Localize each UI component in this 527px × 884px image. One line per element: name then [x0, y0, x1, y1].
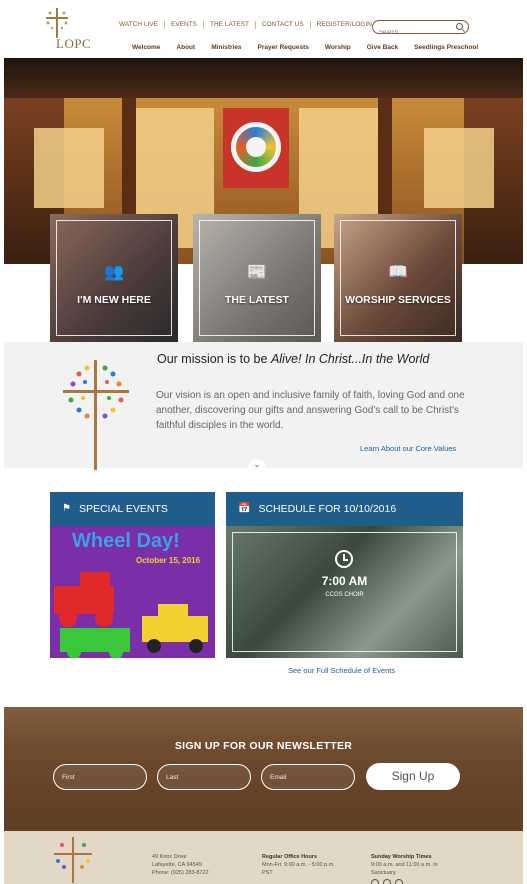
stained-glass-window: [223, 108, 289, 188]
office-hours-line: Mon-Fri: 9:00 a.m. - 5:00 p.m.: [262, 862, 335, 868]
last-name-input[interactable]: [158, 765, 250, 789]
nav-contact-us[interactable]: CONTACT US: [256, 21, 311, 29]
social-links: [371, 879, 403, 884]
schedule-title: SCHEDULE FOR 10/10/2016: [258, 503, 397, 515]
special-events-header: ⚑ SPECIAL EVENTS: [50, 492, 215, 526]
mission-heading-prefix: Our mission is to be: [157, 352, 271, 366]
clock-icon: [335, 550, 353, 568]
book-icon: 📖: [388, 264, 408, 281]
tile-label: I'M NEW HERE: [77, 294, 151, 306]
mosaic-cross-icon: [63, 360, 129, 470]
nav-welcome[interactable]: Welcome: [124, 44, 168, 51]
site-footer: 49 Knox Drive Lafayette, CA 94549 Phone:…: [4, 831, 523, 884]
main-nav: Welcome About Ministries Prayer Requests…: [124, 44, 486, 51]
nav-seedlings-preschool[interactable]: Seedlings Preschool: [406, 44, 486, 51]
trucks-illustration-icon: [54, 572, 208, 658]
wheel-day-date: October 15, 2016: [136, 556, 201, 565]
people-icon: 👥: [104, 264, 124, 281]
utility-nav: WATCH LIVE EVENTS THE LATEST CONTACT US …: [113, 21, 378, 29]
mission-heading: Our mission is to be Alive! In Christ...…: [157, 352, 429, 366]
wheel-day-title: Wheel Day!: [72, 530, 180, 552]
email-input[interactable]: [262, 765, 354, 789]
cross-logo-icon: [46, 8, 68, 38]
chevron-down-icon[interactable]: ⌄: [248, 459, 266, 471]
address-line: Lafayette, CA 94549: [152, 862, 202, 868]
phone-number: Phone: (925) 283-8722: [152, 870, 209, 876]
special-events-card[interactable]: ⚑ SPECIAL EVENTS Wheel Day! October 15, …: [50, 492, 215, 658]
schedule-event-name: CCGS CHOIR: [325, 592, 364, 598]
church-logo[interactable]: LOPC: [42, 8, 92, 54]
schedule-card[interactable]: 📅 SCHEDULE FOR 10/10/2016 7:00 AM CCGS C…: [226, 492, 463, 658]
mission-heading-emphasis: Alive! In Christ...In the World: [270, 352, 430, 366]
first-name-input[interactable]: [54, 765, 146, 789]
tile-label: THE LATEST: [225, 294, 289, 306]
office-hours-line: PST: [262, 870, 273, 876]
nav-worship[interactable]: Worship: [317, 44, 359, 51]
schedule-header: 📅 SCHEDULE FOR 10/10/2016: [226, 492, 463, 526]
nav-watch-live[interactable]: WATCH LIVE: [113, 21, 166, 29]
search-icon[interactable]: [456, 23, 463, 30]
hero-roof: [4, 58, 523, 98]
tile-label: WORSHIP SERVICES: [345, 294, 451, 306]
stained-glass-ring: [231, 122, 281, 172]
footer-office-hours: Regular Office Hours Mon-Fri: 9:00 a.m. …: [262, 853, 335, 877]
instagram-icon[interactable]: [395, 879, 403, 884]
first-name-field: [53, 764, 147, 790]
facebook-icon[interactable]: [371, 879, 379, 884]
address-line: 49 Knox Drive: [152, 854, 187, 860]
worship-times-line: 9:00 a.m. and 11:00 a.m. in: [371, 862, 438, 868]
flag-icon: ⚑: [62, 503, 71, 514]
hero-window: [34, 128, 104, 208]
nav-events[interactable]: EVENTS: [165, 21, 205, 29]
nav-give-back[interactable]: Give Back: [359, 44, 406, 51]
newspaper-icon: 📰: [247, 264, 267, 281]
newsletter-section: SIGN UP FOR OUR NEWSLETTER Sign Up: [4, 707, 523, 831]
hero-window: [424, 128, 494, 208]
worship-times-title: Sunday Worship Times: [371, 854, 432, 860]
twitter-icon[interactable]: [383, 879, 391, 884]
footer-address: 49 Knox Drive Lafayette, CA 94549 Phone:…: [152, 853, 209, 877]
vision-text: Our vision is an open and inclusive fami…: [156, 390, 465, 431]
full-schedule-link[interactable]: See our Full Schedule of Events: [288, 666, 395, 675]
schedule-image: 7:00 AM CCGS CHOIR: [226, 526, 463, 658]
logo-text: LOPC: [56, 36, 92, 51]
tile-worship-services[interactable]: 📖 WORSHIP SERVICES: [334, 214, 462, 342]
nav-ministries[interactable]: Ministries: [203, 44, 249, 51]
nav-prayer-requests[interactable]: Prayer Requests: [250, 44, 317, 51]
special-events-title: SPECIAL EVENTS: [78, 503, 168, 515]
core-values-link[interactable]: Learn About our Core Values: [360, 444, 456, 453]
tile-new-here[interactable]: 👥 I'M NEW HERE: [50, 214, 178, 342]
search-box: [372, 20, 469, 39]
schedule-time: 7:00 AM: [321, 574, 368, 588]
footer-worship-times: Sunday Worship Times 9:00 a.m. and 11:00…: [371, 853, 438, 877]
nav-the-latest[interactable]: THE LATEST: [204, 21, 256, 29]
office-hours-title: Regular Office Hours: [262, 854, 318, 860]
search-input[interactable]: [373, 27, 451, 39]
footer-cross-logo-icon: [54, 837, 92, 883]
nav-about[interactable]: About: [168, 44, 203, 51]
last-name-field: [157, 764, 251, 790]
newsletter-title: SIGN UP FOR OUR NEWSLETTER: [174, 740, 353, 752]
feature-tiles: 👥 I'M NEW HERE 📰 THE LATEST 📖 WORSHIP SE…: [50, 214, 464, 342]
sign-up-button[interactable]: Sign Up: [366, 763, 460, 790]
site-header: LOPC WATCH LIVE EVENTS THE LATEST CONTAC…: [0, 0, 527, 58]
email-field: [261, 764, 355, 790]
calendar-icon: 📅: [238, 503, 251, 514]
mission-section: Our mission is to be Alive! In Christ...…: [4, 342, 523, 471]
worship-times-line: Sanctuary: [371, 870, 396, 876]
nav-register-login[interactable]: REGISTER/LOGIN: [311, 21, 378, 29]
tile-the-latest[interactable]: 📰 THE LATEST: [193, 214, 321, 342]
wheel-day-image: Wheel Day! October 15, 2016: [50, 526, 215, 658]
